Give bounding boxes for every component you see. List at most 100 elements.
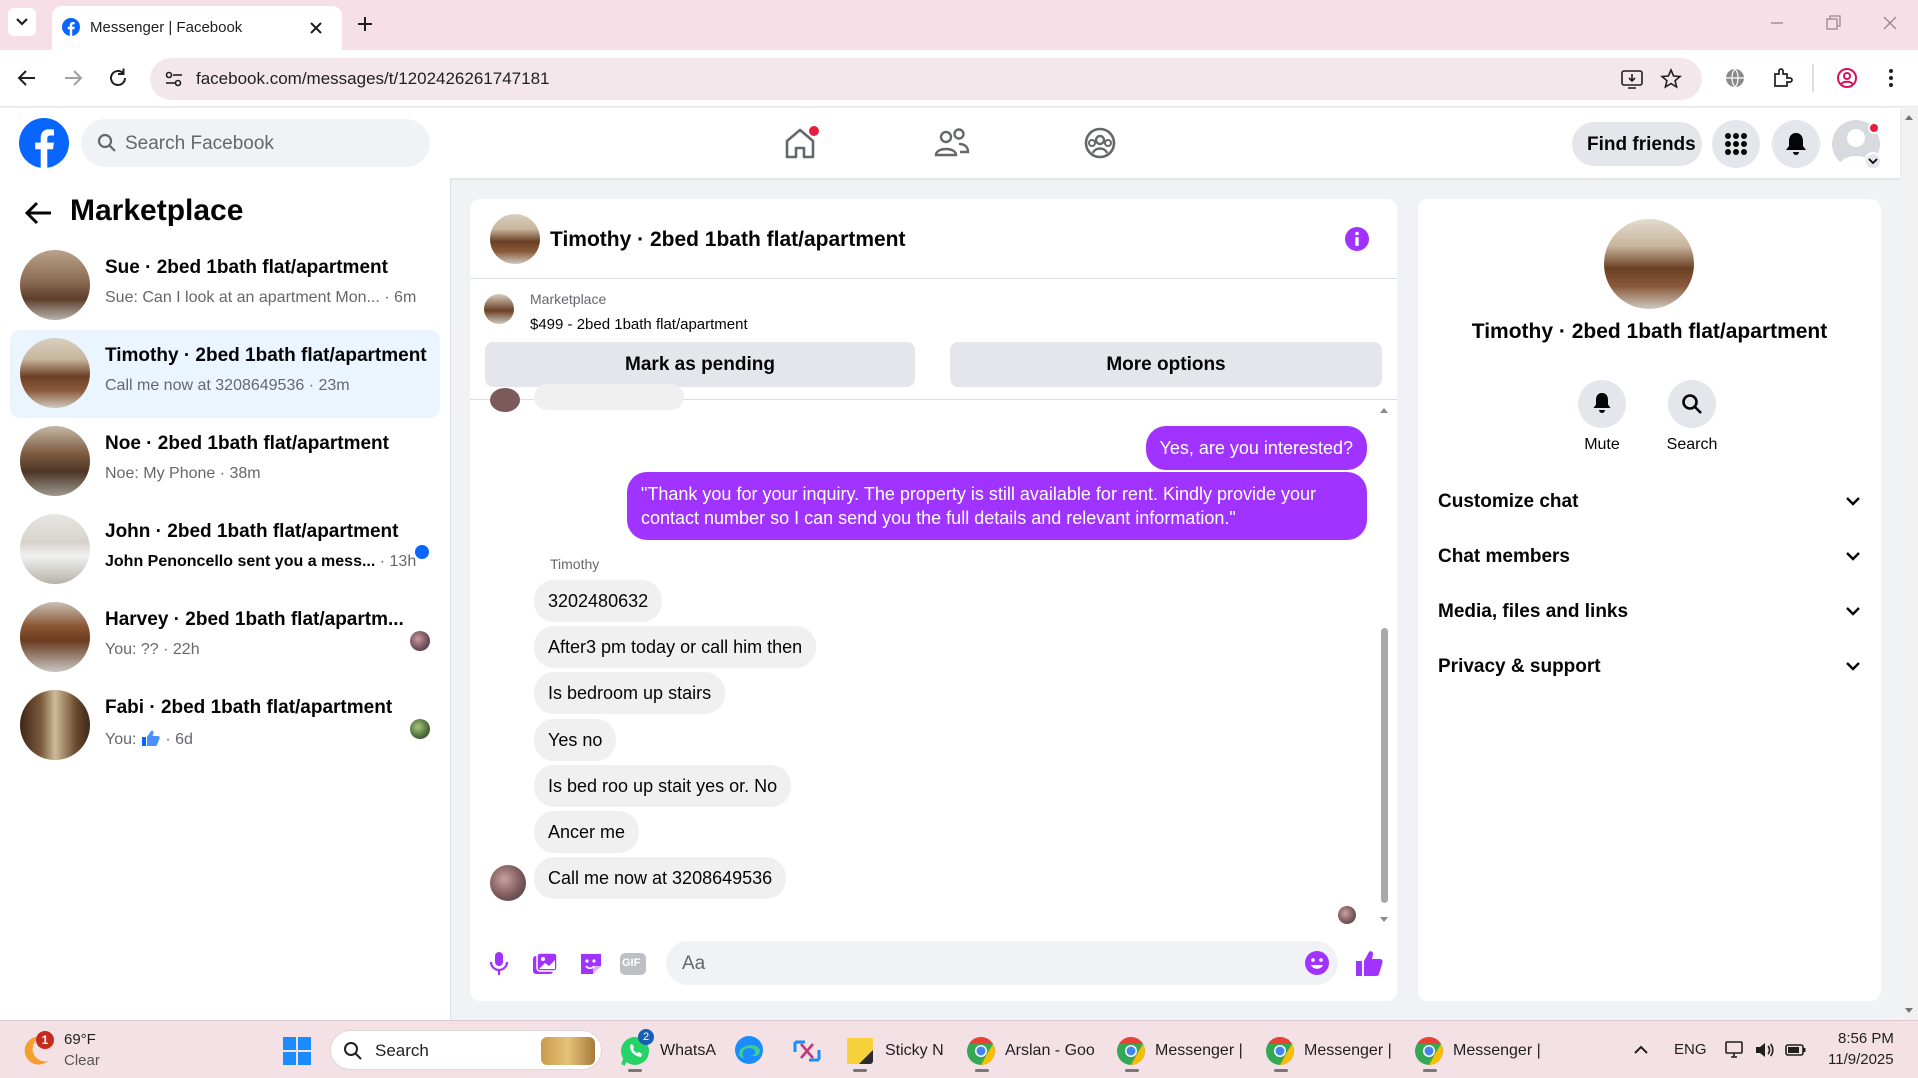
thumbs-up-send-icon[interactable] — [1354, 949, 1384, 979]
facebook-header: Search Facebook Find friends — [0, 108, 1900, 178]
menu-button[interactable] — [1712, 120, 1760, 168]
microphone-icon[interactable] — [488, 951, 510, 977]
globe-extension-icon[interactable] — [1724, 67, 1746, 89]
clock-date[interactable]: 11/9/2025 — [1828, 1051, 1894, 1068]
network-icon[interactable] — [1724, 1039, 1746, 1061]
taskbar-app-messenger-2[interactable]: Messenger | — [1262, 1029, 1392, 1073]
battery-icon[interactable] — [1784, 1039, 1808, 1061]
profile-icon[interactable] — [1836, 67, 1858, 89]
search-in-chat-button[interactable]: Search — [1647, 380, 1737, 454]
language-indicator[interactable]: ENG — [1674, 1041, 1707, 1058]
conversation-item[interactable]: Harvey · 2bed 1bath flat/apartm... You: … — [10, 594, 440, 682]
site-info-icon[interactable] — [164, 70, 184, 88]
volume-icon[interactable] — [1754, 1039, 1776, 1061]
new-tab-icon[interactable] — [356, 15, 374, 33]
privacy-support-row[interactable]: Privacy & support — [1438, 646, 1863, 686]
taskbar-app-chrome[interactable]: Arslan - Goo — [963, 1029, 1095, 1073]
conversation-snippet: Call me now at 3208649536 · 23m — [105, 377, 350, 394]
close-window-icon[interactable] — [1881, 14, 1899, 32]
photo-icon[interactable] — [532, 951, 558, 977]
app-label: Arslan - Goo — [1005, 1042, 1095, 1059]
account-button[interactable] — [1832, 120, 1884, 172]
conversation-item-selected[interactable]: Timothy · 2bed 1bath flat/apartment Call… — [10, 330, 440, 418]
friends-icon — [934, 128, 970, 157]
extensions-puzzle-icon[interactable] — [1770, 66, 1794, 90]
snipping-tool-icon[interactable] — [791, 1034, 823, 1066]
incoming-message: After3 pm today or call him then — [534, 626, 817, 668]
scroll-down-icon[interactable] — [1900, 1002, 1918, 1020]
listing-thumbnail — [20, 514, 90, 584]
taskbar-app-messenger-3[interactable]: Messenger | — [1411, 1029, 1541, 1073]
message-input[interactable]: Aa — [666, 941, 1338, 985]
conversation-item[interactable]: John · 2bed 1bath flat/apartment John Pe… — [10, 506, 440, 594]
chevron-up-icon[interactable] — [1632, 1041, 1650, 1059]
conversation-item[interactable]: Noe · 2bed 1bath flat/apartment Noe: My … — [10, 418, 440, 506]
minimize-icon[interactable] — [1768, 14, 1786, 32]
chat-title[interactable]: Timothy · 2bed 1bath flat/apartment — [550, 228, 906, 252]
scroll-up-icon[interactable] — [1900, 108, 1918, 126]
mute-button[interactable]: Mute — [1557, 380, 1647, 454]
scroll-up-icon[interactable] — [1378, 404, 1390, 416]
mark-as-pending-button[interactable]: Mark as pending — [485, 342, 915, 387]
conversation-item[interactable]: Sue · 2bed 1bath flat/apartment Sue: Can… — [10, 242, 440, 330]
gif-button[interactable]: GIF — [620, 953, 646, 975]
listing-thumbnail[interactable] — [484, 294, 514, 324]
back-arrow-icon[interactable] — [16, 67, 38, 89]
conversation-list-panel: Marketplace Sue · 2bed 1bath flat/apartm… — [0, 178, 451, 1020]
taskbar-app-messenger-1[interactable]: Messenger | — [1113, 1029, 1243, 1073]
more-options-button[interactable]: More options — [950, 342, 1382, 387]
page-scrollbar[interactable] — [1900, 108, 1918, 1020]
weather-widget[interactable]: 1 — [20, 1031, 60, 1071]
edge-browser-icon[interactable] — [733, 1034, 765, 1066]
address-bar[interactable]: facebook.com/messages/t/1202426261747181 — [150, 58, 1702, 100]
sender-name: Timothy — [550, 556, 600, 572]
emoji-icon[interactable] — [1304, 950, 1330, 976]
browser-tab[interactable]: Messenger | Facebook — [52, 6, 342, 50]
windows-start-icon[interactable] — [283, 1037, 311, 1065]
conversation-item[interactable]: Fabi · 2bed 1bath flat/apartment You: · … — [10, 682, 440, 770]
chevron-down-icon — [16, 18, 28, 26]
scroll-down-icon[interactable] — [1378, 914, 1390, 926]
chevron-down-icon — [1846, 662, 1860, 671]
clock-time[interactable]: 8:56 PM — [1838, 1030, 1894, 1047]
search-icon — [97, 133, 116, 152]
home-notification-dot — [809, 126, 819, 136]
search-label: Search — [1666, 436, 1718, 453]
chat-members-row[interactable]: Chat members — [1438, 536, 1863, 576]
chat-avatar[interactable] — [490, 214, 540, 264]
reload-icon[interactable] — [106, 66, 130, 90]
sticker-icon[interactable] — [578, 951, 604, 977]
nav-groups-button[interactable] — [1080, 123, 1120, 163]
notifications-button[interactable] — [1772, 120, 1820, 168]
conversation-name: Harvey · 2bed 1bath flat/apartm... — [105, 609, 404, 630]
listing-title[interactable]: $499 - 2bed 1bath flat/apartment — [530, 316, 748, 333]
install-app-icon[interactable] — [1620, 68, 1644, 90]
snippet-text: John Penoncello sent you a mess... — [105, 553, 376, 570]
sticky-notes-icon — [847, 1038, 873, 1064]
find-friends-button[interactable]: Find friends — [1572, 122, 1702, 166]
taskbar-search[interactable]: Search — [330, 1030, 602, 1070]
taskbar-app-whatsapp[interactable]: 2 WhatsA — [616, 1029, 716, 1073]
browser-menu-icon[interactable] — [1886, 67, 1896, 89]
facebook-logo-icon[interactable] — [19, 118, 69, 168]
chat-profile-photo[interactable] — [1604, 219, 1694, 309]
customize-chat-row[interactable]: Customize chat — [1438, 481, 1863, 521]
marketplace-heading: Marketplace — [70, 194, 244, 227]
read-receipt-avatar — [410, 631, 430, 651]
section-label: Customize chat — [1438, 491, 1579, 512]
tab-list-button[interactable] — [8, 8, 36, 36]
facebook-search-input[interactable]: Search Facebook — [81, 119, 430, 167]
restore-icon[interactable] — [1824, 14, 1842, 32]
media-files-links-row[interactable]: Media, files and links — [1438, 591, 1863, 631]
nav-home-button[interactable] — [780, 123, 820, 163]
back-arrow-icon[interactable] — [24, 200, 54, 226]
close-tab-icon[interactable] — [308, 20, 324, 36]
bookmark-star-icon[interactable] — [1660, 68, 1682, 90]
nav-friends-button[interactable] — [932, 123, 972, 163]
thread-scrollbar-thumb[interactable] — [1381, 628, 1388, 903]
taskbar-app-sticky-notes[interactable]: Sticky N — [845, 1029, 955, 1073]
forward-arrow-icon[interactable] — [62, 67, 84, 89]
info-icon[interactable] — [1344, 226, 1370, 252]
sender-avatar — [490, 388, 520, 412]
snippet-time: · 6d — [160, 731, 193, 748]
